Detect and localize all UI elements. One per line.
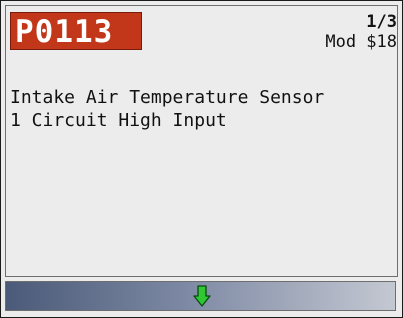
dtc-description-line2: 1 Circuit High Input — [10, 110, 227, 131]
scan-tool-screen: P0113 1/3 Mod $18 Intake Air Temperature… — [0, 0, 403, 318]
page-indicator: 1/3 — [366, 12, 397, 32]
down-arrow-icon[interactable] — [193, 285, 211, 307]
scroll-bar[interactable] — [5, 281, 396, 311]
dtc-description: Intake Air Temperature Sensor 1 Circuit … — [10, 86, 395, 132]
dtc-detail-panel: P0113 1/3 Mod $18 Intake Air Temperature… — [5, 5, 398, 277]
dtc-description-line1: Intake Air Temperature Sensor — [10, 87, 325, 108]
module-label: Mod $18 — [325, 32, 397, 52]
dtc-code-badge: P0113 — [10, 12, 142, 50]
